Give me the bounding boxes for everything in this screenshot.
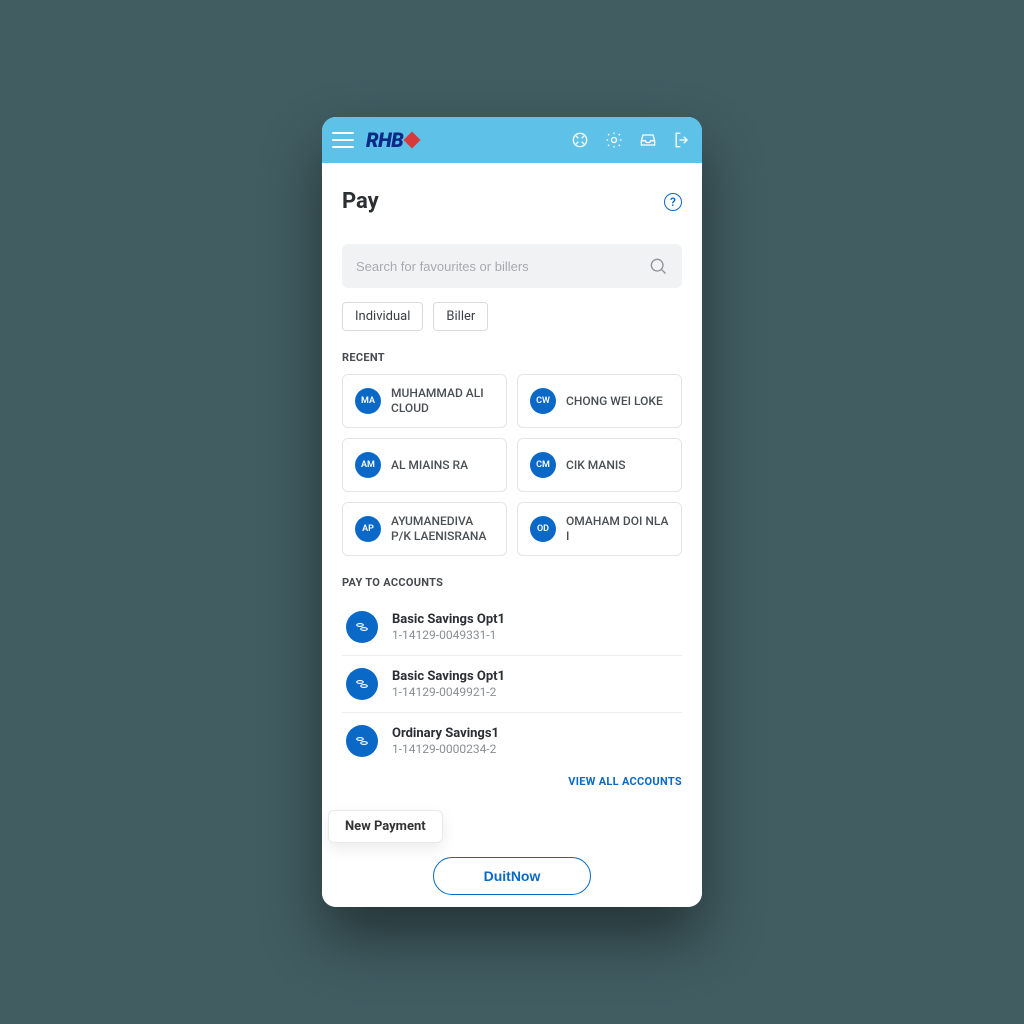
- filter-biller[interactable]: Biller: [433, 302, 488, 331]
- new-payment-button[interactable]: New Payment: [328, 810, 443, 843]
- recent-grid: MA MUHAMMAD ALI CLOUD CW CHONG WEI LOKE …: [342, 374, 682, 556]
- help-icon[interactable]: ?: [664, 193, 682, 211]
- inbox-icon[interactable]: [638, 130, 658, 150]
- search-bar[interactable]: [342, 244, 682, 288]
- recent-card[interactable]: OD OMAHAM DOI NLA I: [517, 502, 682, 556]
- avatar: CW: [530, 388, 556, 414]
- support-icon[interactable]: [570, 130, 590, 150]
- recent-name: CIK MANIS: [566, 458, 626, 473]
- duitnow-button[interactable]: DuitNow: [433, 857, 592, 895]
- account-row[interactable]: Basic Savings Opt1 1-14129-0049331-1: [342, 599, 682, 656]
- search-icon: [648, 256, 668, 276]
- recent-name: AYUMANEDIVA P/K LAENISRANA: [391, 514, 494, 544]
- account-icon: [346, 668, 378, 700]
- section-accounts-label: PAY TO ACCOUNTS: [342, 576, 682, 589]
- filter-individual[interactable]: Individual: [342, 302, 423, 331]
- avatar: MA: [355, 388, 381, 414]
- recent-card[interactable]: CW CHONG WEI LOKE: [517, 374, 682, 428]
- account-row[interactable]: Ordinary Savings1 1-14129-0000234-2: [342, 713, 682, 769]
- recent-card[interactable]: MA MUHAMMAD ALI CLOUD: [342, 374, 507, 428]
- account-number: 1-14129-0049921-2: [392, 685, 505, 699]
- recent-card[interactable]: AM AL MIAINS RA: [342, 438, 507, 492]
- brand-logo: RHB: [366, 128, 418, 152]
- account-row[interactable]: Basic Savings Opt1 1-14129-0049921-2: [342, 656, 682, 713]
- account-icon: [346, 725, 378, 757]
- recent-name: MUHAMMAD ALI CLOUD: [391, 386, 494, 416]
- search-input[interactable]: [356, 259, 648, 274]
- recent-card[interactable]: CM CIK MANIS: [517, 438, 682, 492]
- account-list: Basic Savings Opt1 1-14129-0049331-1 Bas…: [342, 599, 682, 769]
- recent-card[interactable]: AP AYUMANEDIVA P/K LAENISRANA: [342, 502, 507, 556]
- account-name: Ordinary Savings1: [392, 726, 499, 741]
- recent-name: CHONG WEI LOKE: [566, 394, 663, 409]
- page-content: Pay ? Individual Biller RECENT MA MUHAMM…: [322, 163, 702, 907]
- menu-icon[interactable]: [332, 132, 354, 148]
- account-number: 1-14129-0000234-2: [392, 742, 499, 756]
- app-bar: RHB: [322, 117, 702, 163]
- recent-name: OMAHAM DOI NLA I: [566, 514, 669, 544]
- account-icon: [346, 611, 378, 643]
- avatar: AM: [355, 452, 381, 478]
- brand-text: RHB: [366, 128, 403, 152]
- diamond-icon: [404, 132, 421, 149]
- view-all-accounts-link[interactable]: VIEW ALL ACCOUNTS: [342, 775, 682, 788]
- page-title: Pay: [342, 189, 379, 214]
- recent-name: AL MIAINS RA: [391, 458, 468, 473]
- section-recent-label: RECENT: [342, 351, 682, 364]
- appbar-actions: [570, 130, 692, 150]
- account-name: Basic Savings Opt1: [392, 612, 505, 627]
- account-number: 1-14129-0049331-1: [392, 628, 505, 642]
- avatar: OD: [530, 516, 556, 542]
- settings-icon[interactable]: [604, 130, 624, 150]
- account-name: Basic Savings Opt1: [392, 669, 505, 684]
- avatar: CM: [530, 452, 556, 478]
- logout-icon[interactable]: [672, 130, 692, 150]
- phone-frame: RHB Pay ? Individual Biller RECENT: [322, 117, 702, 907]
- avatar: AP: [355, 516, 381, 542]
